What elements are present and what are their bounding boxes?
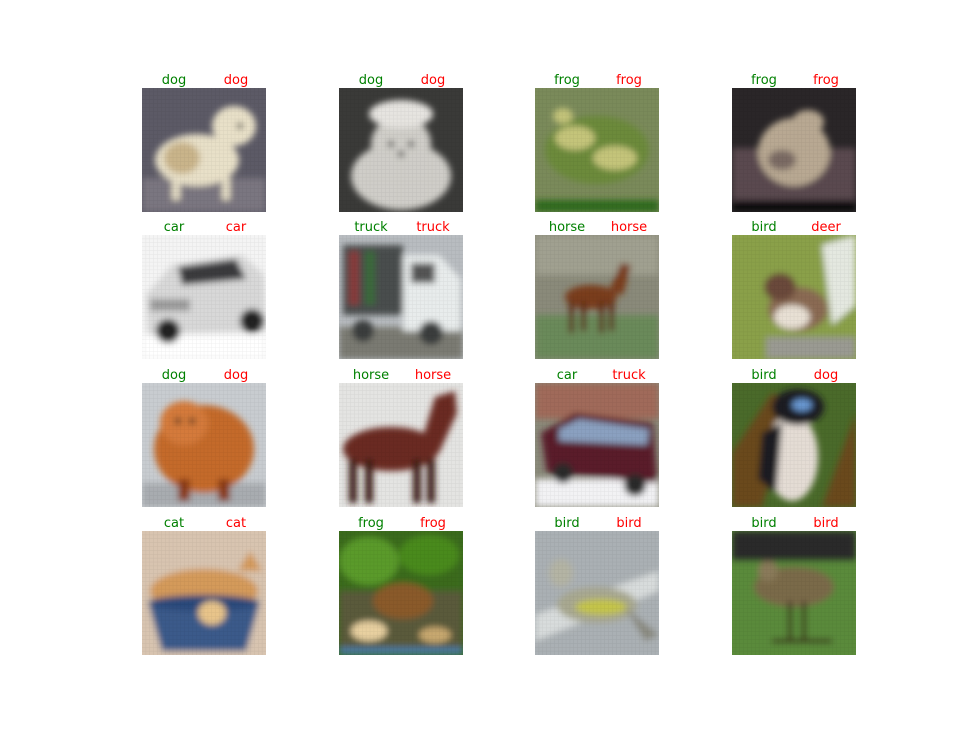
thumbnail-picture [732, 383, 856, 507]
image-thumbnail [339, 235, 463, 359]
image-thumbnail [732, 383, 856, 507]
image-thumbnail [535, 531, 659, 655]
thumbnail-picture [142, 531, 266, 655]
image-thumbnail [732, 531, 856, 655]
thumbnail-picture [142, 383, 266, 507]
thumbnail-picture [732, 88, 856, 212]
image-cell: horse horse [535, 221, 659, 359]
true-label: car [163, 220, 185, 235]
predicted-label: frog [420, 516, 446, 531]
image-cell: car truck [535, 369, 659, 507]
image-cell: dog dog [339, 74, 463, 212]
true-label: truck [354, 220, 388, 235]
predicted-label: bird [616, 516, 642, 531]
predicted-label: bird [813, 516, 839, 531]
image-thumbnail [732, 88, 856, 212]
thumbnail-picture [535, 383, 659, 507]
predicted-label: frog [616, 73, 642, 88]
image-cell: bird bird [535, 517, 659, 655]
image-thumbnail [339, 531, 463, 655]
true-label: bird [751, 220, 777, 235]
predicted-label: deer [811, 220, 841, 235]
true-label: dog [161, 73, 187, 88]
true-label: horse [352, 368, 390, 383]
predicted-label: frog [813, 73, 839, 88]
thumbnail-picture [732, 235, 856, 359]
true-label: frog [751, 73, 777, 88]
image-cell: frog frog [535, 74, 659, 212]
true-label: car [556, 368, 578, 383]
true-label: bird [751, 516, 777, 531]
predicted-label: cat [225, 516, 247, 531]
thumbnail-picture [339, 531, 463, 655]
thumbnail-picture [732, 531, 856, 655]
image-cell: frog frog [339, 517, 463, 655]
thumbnail-picture [339, 88, 463, 212]
predicted-label: dog [813, 368, 839, 383]
image-cell: dog dog [142, 74, 266, 212]
predicted-label: horse [414, 368, 452, 383]
image-cell: frog frog [732, 74, 856, 212]
thumbnail-picture [339, 383, 463, 507]
predicted-label: horse [610, 220, 648, 235]
thumbnail-picture [535, 531, 659, 655]
true-label: bird [751, 368, 777, 383]
image-thumbnail [142, 235, 266, 359]
image-thumbnail [142, 531, 266, 655]
image-thumbnail [339, 383, 463, 507]
image-thumbnail [339, 88, 463, 212]
predicted-label: car [225, 220, 247, 235]
thumbnail-picture [339, 235, 463, 359]
image-thumbnail [142, 88, 266, 212]
image-cell: dog dog [142, 369, 266, 507]
true-label: dog [358, 73, 384, 88]
true-label: bird [554, 516, 580, 531]
image-cell: car car [142, 221, 266, 359]
predicted-label: truck [416, 220, 450, 235]
figure: dog dog dog dog frog frog frog frog car car truck t… [0, 0, 973, 736]
true-label: horse [548, 220, 586, 235]
predicted-label: dog [223, 368, 249, 383]
image-cell: cat cat [142, 517, 266, 655]
image-cell: bird dog [732, 369, 856, 507]
image-thumbnail [535, 235, 659, 359]
true-label: frog [358, 516, 384, 531]
image-cell: bird bird [732, 517, 856, 655]
predicted-label: truck [612, 368, 646, 383]
predicted-label: dog [223, 73, 249, 88]
image-thumbnail [142, 383, 266, 507]
predicted-label: dog [420, 73, 446, 88]
image-thumbnail [535, 88, 659, 212]
true-label: dog [161, 368, 187, 383]
image-thumbnail [535, 383, 659, 507]
image-cell: bird deer [732, 221, 856, 359]
true-label: frog [554, 73, 580, 88]
thumbnail-picture [142, 235, 266, 359]
thumbnail-picture [535, 88, 659, 212]
image-cell: truck truck [339, 221, 463, 359]
image-cell: horse horse [339, 369, 463, 507]
true-label: cat [163, 516, 185, 531]
image-thumbnail [732, 235, 856, 359]
thumbnail-picture [535, 235, 659, 359]
thumbnail-picture [142, 88, 266, 212]
